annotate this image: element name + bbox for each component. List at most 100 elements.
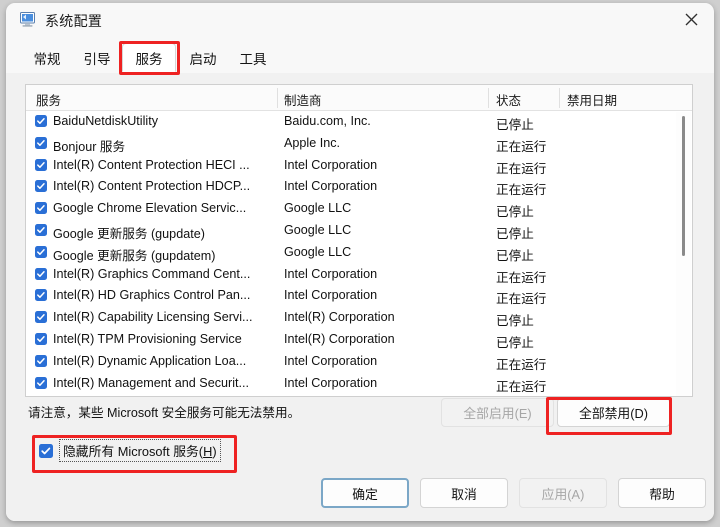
table-row[interactable]: Intel(R) TPM Provisioning Service Intel(R…: [26, 329, 692, 351]
row-checkbox[interactable]: [35, 267, 47, 280]
row-checkbox[interactable]: [35, 289, 47, 302]
tab-strip: 常规 引导 服务 启动 工具: [6, 37, 714, 74]
row-service-name: Google 更新服务 (gupdate): [53, 226, 205, 241]
footer-button-label: 帮助: [649, 486, 675, 502]
footer-button-label: 应用(A): [541, 486, 585, 502]
row-checkbox[interactable]: [35, 223, 47, 236]
table-row[interactable]: Intel(R) Dynamic Application Loa... Intel…: [26, 351, 692, 373]
hide-ms-accel: H: [203, 444, 213, 459]
table-row[interactable]: Intel(R) Capability Licensing Servi... In…: [26, 307, 692, 329]
column-header-status[interactable]: 状态: [496, 90, 521, 109]
tab-label: 启动: [189, 51, 217, 67]
row-checkbox[interactable]: [35, 202, 47, 215]
row-service-name: Intel(R) Capability Licensing Servi...: [53, 310, 253, 325]
row-manufacturer: Baidu.com, Inc.: [284, 114, 371, 128]
column-header-manufacturer[interactable]: 制造商: [284, 90, 322, 109]
footer-button-label: 取消: [451, 486, 477, 502]
footer-button-0[interactable]: 确定: [321, 478, 409, 508]
table-row[interactable]: BaiduNetdiskUtility Baidu.com, Inc. 已停止: [26, 111, 692, 133]
row-manufacturer: Intel Corporation: [284, 179, 378, 194]
row-service-name: Bonjour 服务: [53, 139, 126, 154]
footer-button-2: 应用(A): [519, 478, 607, 508]
services-panel: 服务 制造商 状态 禁用日期 BaiduNetdiskUtility Baidu.…: [6, 73, 714, 521]
row-manufacturer: Google LLC: [284, 244, 352, 259]
table-row[interactable]: Intel(R) Management and Securit... Intel …: [26, 373, 692, 395]
system-configuration-window: 系统配置 常规 引导 服务 启动 工具 服务 制造商 状态 禁用日期 BaiduNetd…: [6, 3, 714, 521]
row-status: 已停止: [496, 205, 534, 220]
tab-label: 引导: [83, 51, 111, 67]
row-service-name: Intel(R) Graphics Command Cent...: [53, 266, 251, 281]
row-manufacturer: Intel Corporation: [284, 375, 378, 390]
row-service-name: Intel(R) HD Graphics Control Pan...: [53, 288, 251, 303]
hide-microsoft-services-checkbox[interactable]: 隐藏所有 Microsoft 服务(H): [39, 439, 221, 462]
tab-4[interactable]: 工具: [230, 43, 276, 72]
row-status: 正在运行: [496, 161, 547, 176]
scrollbar-thumb[interactable]: [682, 116, 685, 256]
row-manufacturer: Apple Inc.: [284, 135, 341, 150]
row-status: 正在运行: [496, 357, 547, 372]
table-row[interactable]: Bonjour 服务 Apple Inc. 正在运行: [26, 133, 692, 155]
row-service-name: Intel(R) Dynamic Application Loa...: [53, 353, 247, 368]
tab-1[interactable]: 引导: [74, 43, 120, 72]
checkbox-checked-icon: [39, 443, 53, 458]
services-list-scrollbar[interactable]: [676, 112, 691, 396]
tab-2[interactable]: 服务: [122, 43, 176, 72]
computer-monitor-icon: [20, 12, 37, 27]
row-checkbox[interactable]: [35, 311, 47, 324]
row-manufacturer: Intel Corporation: [284, 288, 378, 303]
table-row[interactable]: Intel(R) Content Protection HDCP... Intel…: [26, 176, 692, 198]
row-service-name: BaiduNetdiskUtility: [53, 114, 158, 128]
services-list[interactable]: 服务 制造商 状态 禁用日期 BaiduNetdiskUtility Baidu.…: [25, 84, 693, 397]
row-status: 正在运行: [496, 379, 547, 394]
footer-button-1[interactable]: 取消: [420, 478, 508, 508]
row-status: 正在运行: [496, 292, 547, 307]
column-divider[interactable]: [559, 88, 560, 108]
row-service-name: Intel(R) Content Protection HDCP...: [53, 179, 251, 194]
row-manufacturer: Google LLC: [284, 222, 352, 237]
table-row[interactable]: Intel(R) HD Graphics Control Pan... Intel…: [26, 285, 692, 307]
row-service-name: Intel(R) Management and Securit...: [53, 375, 249, 390]
row-status: 正在运行: [496, 183, 547, 198]
tab-0[interactable]: 常规: [24, 43, 70, 72]
row-checkbox[interactable]: [35, 158, 47, 171]
column-header-disable-date[interactable]: 禁用日期: [567, 90, 617, 109]
table-row[interactable]: Google 更新服务 (gupdate) Google LLC 已停止: [26, 220, 692, 242]
row-checkbox[interactable]: [35, 376, 47, 389]
column-header-service[interactable]: 服务: [36, 90, 61, 109]
row-status: 已停止: [496, 226, 534, 241]
hide-microsoft-services-label: 隐藏所有 Microsoft 服务(H): [59, 439, 221, 462]
table-row[interactable]: Google Chrome Elevation Servic... Google …: [26, 198, 692, 220]
table-row[interactable]: Google 更新服务 (gupdatem) Google LLC 已停止: [26, 242, 692, 264]
footer-button-3[interactable]: 帮助: [618, 478, 706, 508]
hide-ms-suffix: ): [212, 444, 217, 459]
row-manufacturer: Intel Corporation: [284, 157, 378, 172]
row-checkbox[interactable]: [35, 115, 47, 127]
table-row[interactable]: Intel(R) Graphics Command Cent... Intel C…: [26, 264, 692, 286]
footer-button-label: 确定: [352, 486, 378, 502]
enable-all-label: 全部启用(E): [463, 406, 532, 421]
row-checkbox[interactable]: [35, 136, 47, 149]
enable-all-button[interactable]: 全部启用(E): [441, 398, 554, 427]
close-icon[interactable]: [668, 3, 714, 36]
tab-label: 服务: [135, 51, 163, 67]
disable-all-button[interactable]: 全部禁用(D): [557, 398, 670, 427]
row-checkbox[interactable]: [35, 180, 47, 193]
hide-ms-prefix: 隐藏所有 Microsoft 服务(: [63, 444, 204, 459]
table-row[interactable]: Intel(R) Content Protection HECI ... Inte…: [26, 155, 692, 177]
tab-3[interactable]: 启动: [180, 43, 226, 72]
column-divider[interactable]: [488, 88, 489, 108]
column-divider[interactable]: [277, 88, 278, 108]
row-service-name: Intel(R) Content Protection HECI ...: [53, 157, 250, 172]
row-checkbox[interactable]: [35, 332, 47, 345]
row-status: 正在运行: [496, 270, 547, 285]
row-manufacturer: Intel(R) Corporation: [284, 331, 395, 346]
row-checkbox[interactable]: [35, 245, 47, 258]
row-status: 已停止: [496, 248, 534, 263]
row-status: 正在运行: [496, 139, 547, 154]
disable-all-label: 全部禁用(D): [579, 406, 648, 421]
row-manufacturer: Intel Corporation: [284, 353, 378, 368]
row-service-name: Google Chrome Elevation Servic...: [53, 201, 247, 216]
row-checkbox[interactable]: [35, 354, 47, 367]
window-title: 系统配置: [45, 13, 103, 29]
row-manufacturer: Intel(R) Corporation: [284, 310, 395, 325]
